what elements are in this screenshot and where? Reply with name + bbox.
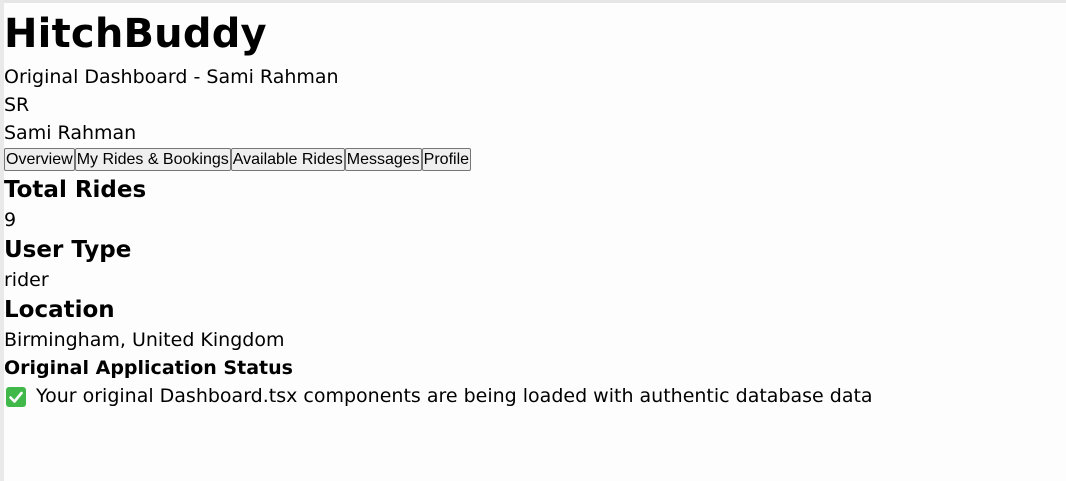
stat-total-rides: Total Rides 9 [4,175,1066,235]
status-message: Your original Dashboard.tsx components a… [36,385,873,407]
status-message-row: Your original Dashboard.tsx components a… [4,381,1066,411]
tab-overview[interactable]: Overview [4,148,75,171]
tab-bar: Overview My Rides & Bookings Available R… [4,148,1066,171]
app-title: HitchBuddy [4,11,267,57]
user-name: Sami Rahman [4,122,137,144]
page-subtitle: Original Dashboard - Sami Rahman [4,66,339,88]
stat-location: Location Birmingham, United Kingdom [4,295,1066,355]
stat-total-rides-label: Total Rides [4,177,147,203]
user-avatar-initials: SR [4,94,30,116]
stat-location-label: Location [4,297,115,323]
stat-location-value: Birmingham, United Kingdom [4,329,285,351]
status-title: Original Application Status [4,357,293,379]
dashboard-page: HitchBuddy Original Dashboard - Sami Rah… [4,10,1066,411]
tab-my-rides-bookings[interactable]: My Rides & Bookings [74,148,231,171]
stat-user-type-label: User Type [4,237,132,263]
check-mark-icon [6,386,26,407]
stat-total-rides-value: 9 [4,209,17,231]
tab-available-rides[interactable]: Available Rides [230,148,345,171]
tab-messages[interactable]: Messages [344,148,422,171]
stat-user-type: User Type rider [4,235,1066,295]
stat-user-type-value: rider [4,269,49,291]
window-top-border [0,0,1066,3]
tab-profile[interactable]: Profile [421,148,472,171]
